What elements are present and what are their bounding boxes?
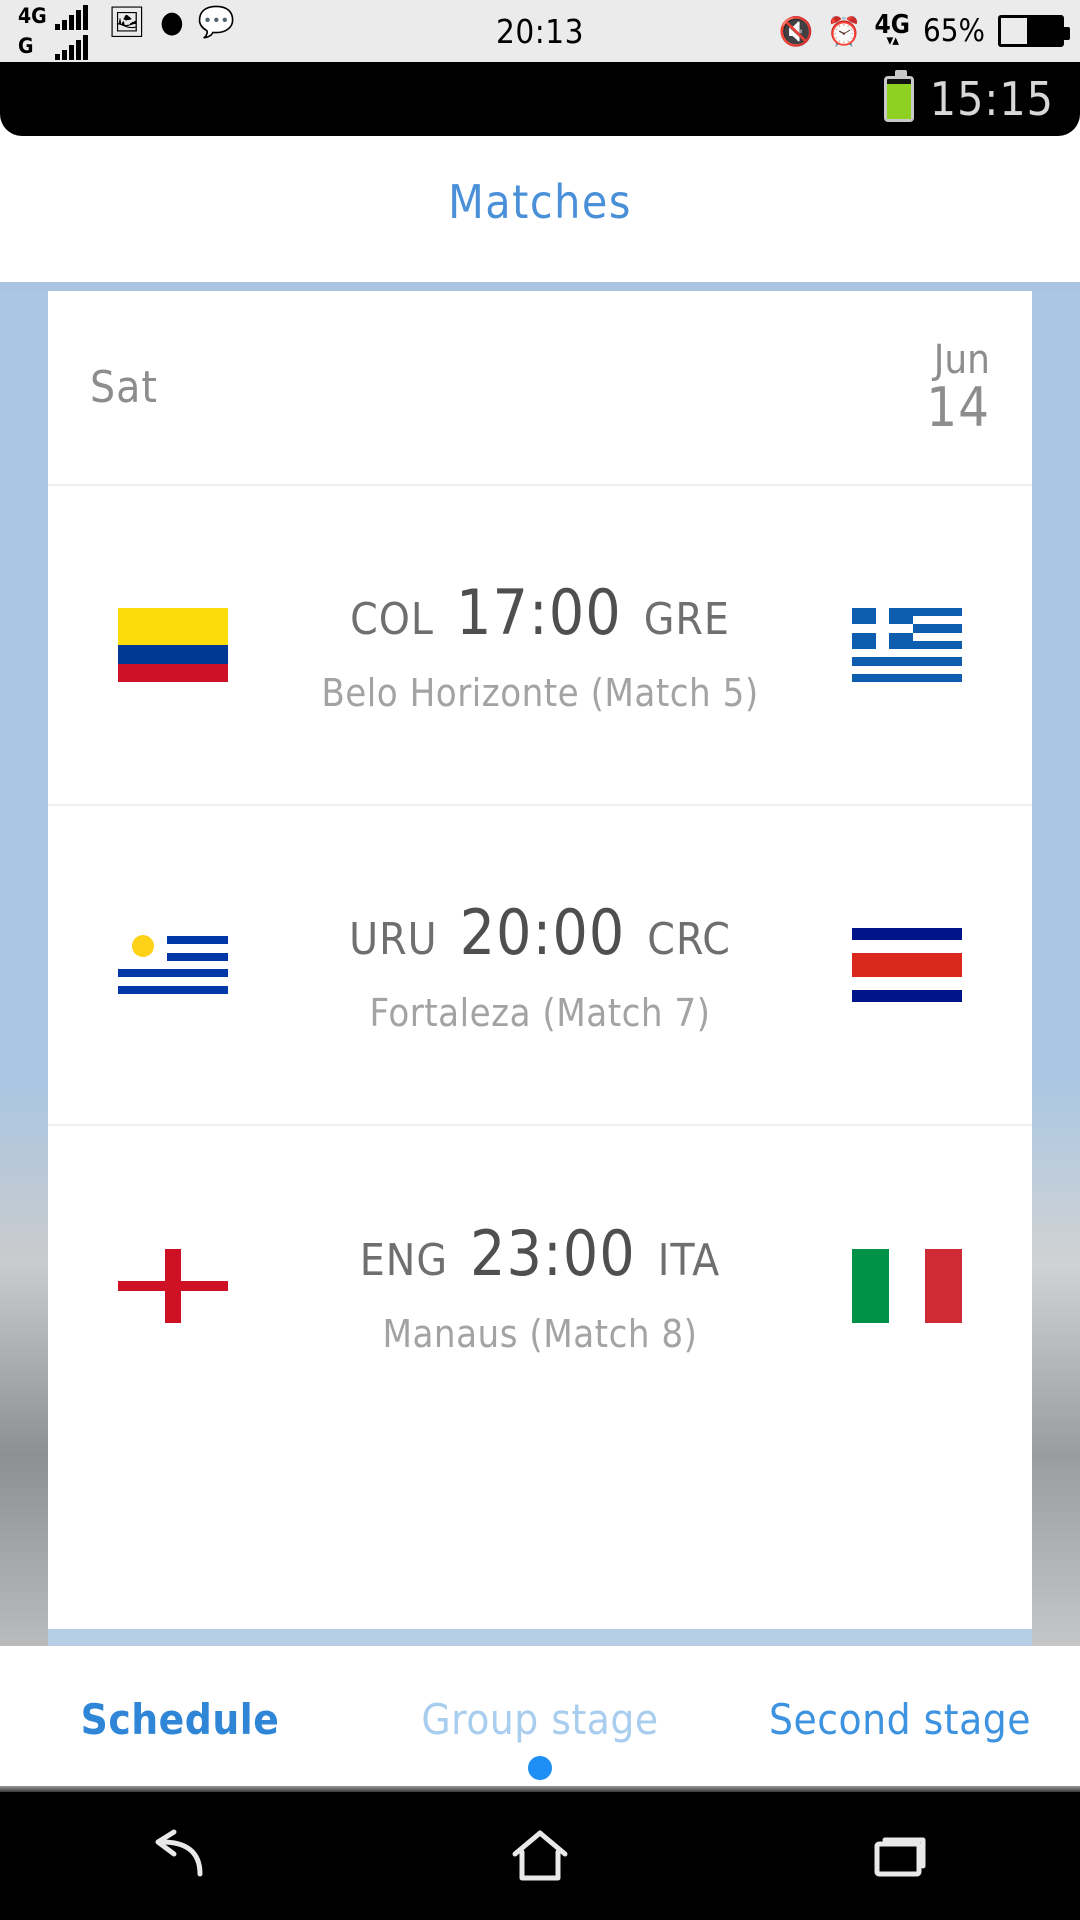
- table-row[interactable]: COL 17:00 GRE Belo Horizonte (Match 5): [48, 486, 1032, 806]
- back-icon[interactable]: [120, 1816, 240, 1896]
- bottom-tab-bar: Schedule Group stage Second stage: [0, 1646, 1080, 1792]
- app-status-right: 15:15: [883, 62, 1054, 136]
- colombia-flag-icon: [118, 608, 228, 682]
- home-flag-cell: [48, 1249, 298, 1323]
- away-flag-cell: [782, 608, 1032, 682]
- kickoff-time: 20:00: [459, 895, 626, 969]
- match-venue: Belo Horizonte (Match 5): [321, 670, 759, 715]
- matches-frame: Sat Jun 14 COL 17:00 GRE Belo Horizonte …: [0, 282, 1080, 1646]
- frame-edge-right: [1032, 282, 1080, 1646]
- mute-icon: 🔇: [778, 14, 814, 48]
- kickoff-time: 23:00: [470, 1216, 636, 1290]
- match-scoreline: ENG 23:00 ITA: [360, 1217, 721, 1290]
- date-month: Jun: [933, 336, 990, 383]
- tab-second-stage[interactable]: Second stage: [720, 1695, 1080, 1744]
- date-weekday: Sat: [90, 362, 158, 413]
- page-title-bar: Matches: [0, 136, 1080, 268]
- away-team-code: GRE: [643, 593, 730, 645]
- network-right-icon: 4G ▾▴: [875, 12, 910, 50]
- home-flag-cell: [48, 928, 298, 1002]
- away-flag-cell: [782, 928, 1032, 1002]
- page-title: Matches: [448, 175, 632, 229]
- match-venue: Fortaleza (Match 7): [369, 990, 711, 1035]
- system-navbar: [0, 1792, 1080, 1920]
- home-team-code: COL: [350, 593, 434, 645]
- date-block: Jun 14: [926, 336, 990, 440]
- frame-edge-top: [0, 282, 1080, 291]
- matches-card: Sat Jun 14 COL 17:00 GRE Belo Horizonte …: [48, 291, 1032, 1629]
- home-flag-cell: [48, 608, 298, 682]
- home-team-code: ENG: [359, 1234, 449, 1286]
- os-status-bar: 4G G 🖼 ● 💬 20:13 🔇 ⏰ 4G ▾▴ 65%: [0, 0, 1080, 62]
- uruguay-flag-icon: [118, 928, 228, 1002]
- match-scoreline: URU 20:00 CRC: [349, 896, 731, 969]
- table-row[interactable]: ENG 23:00 ITA Manaus (Match 8): [48, 1126, 1032, 1446]
- date-daynumber: 14: [926, 376, 990, 440]
- match-venue: Manaus (Match 8): [382, 1311, 698, 1356]
- alarm-icon: ⏰: [826, 14, 862, 48]
- battery-icon: [998, 15, 1070, 47]
- greece-flag-icon: [852, 608, 962, 682]
- tab-group-stage[interactable]: Group stage: [360, 1695, 720, 1744]
- match-scoreline: COL 17:00 GRE: [350, 576, 730, 649]
- app-status-bar: 15:15: [0, 62, 1080, 136]
- home-team-code: URU: [349, 913, 438, 965]
- costa-rica-flag-icon: [852, 928, 962, 1002]
- recents-icon[interactable]: [840, 1816, 960, 1896]
- england-flag-icon: [118, 1249, 228, 1323]
- home-icon[interactable]: [480, 1816, 600, 1896]
- app-clock: 15:15: [929, 72, 1054, 126]
- page-indicator-dot: [528, 1756, 552, 1780]
- away-flag-cell: [782, 1249, 1032, 1323]
- table-row[interactable]: URU 20:00 CRC Fortaleza (Match 7): [48, 806, 1032, 1126]
- frame-edge-left: [0, 282, 48, 1646]
- app-battery-icon: [883, 70, 914, 122]
- kickoff-time: 17:00: [455, 575, 622, 649]
- match-info: COL 17:00 GRE Belo Horizonte (Match 5): [298, 576, 782, 715]
- battery-percent: 65%: [923, 13, 985, 49]
- os-status-right: 🔇 ⏰ 4G ▾▴ 65%: [778, 0, 1070, 62]
- tab-schedule[interactable]: Schedule: [0, 1695, 360, 1744]
- data-arrows-icon: ▾▴: [886, 31, 899, 50]
- away-team-code: CRC: [647, 913, 731, 965]
- italy-flag-icon: [852, 1249, 962, 1323]
- phone-screen: 4G G 🖼 ● 💬 20:13 🔇 ⏰ 4G ▾▴ 65% 15:15 Mat…: [0, 0, 1080, 1920]
- away-team-code: ITA: [657, 1234, 721, 1286]
- match-info: ENG 23:00 ITA Manaus (Match 8): [298, 1217, 782, 1356]
- match-info: URU 20:00 CRC Fortaleza (Match 7): [298, 896, 782, 1035]
- date-header: Sat Jun 14: [48, 291, 1032, 486]
